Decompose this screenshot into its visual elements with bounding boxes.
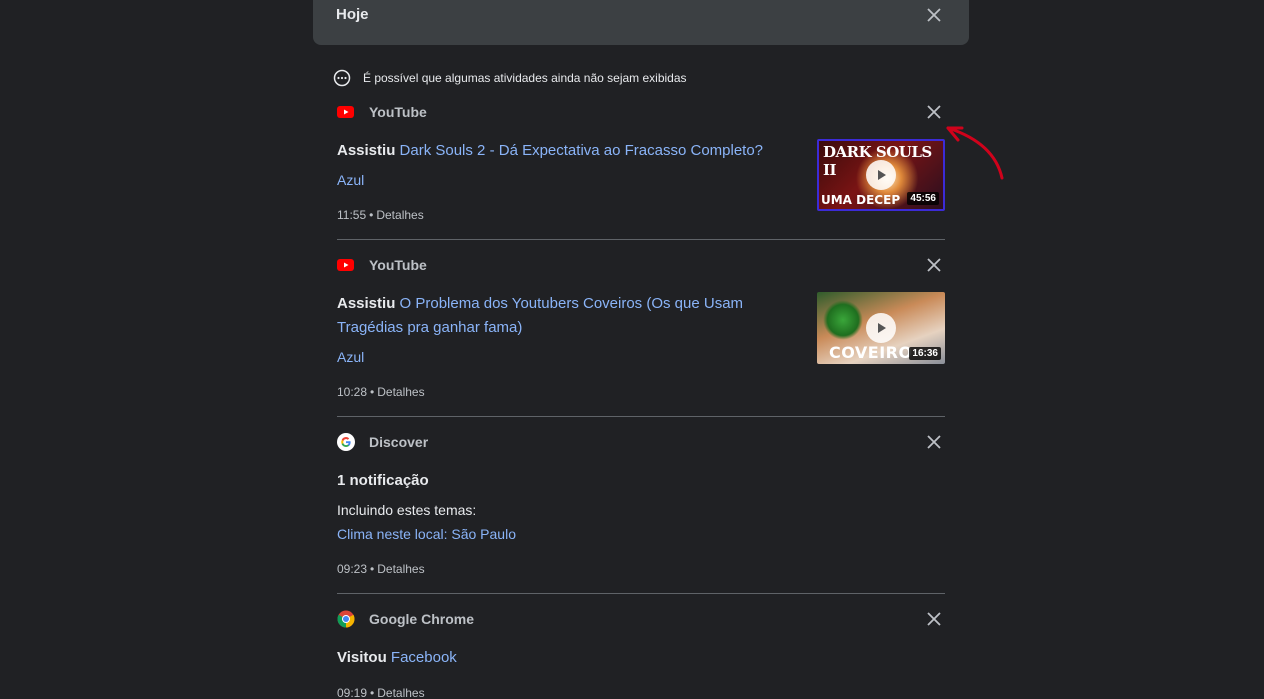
play-icon	[866, 313, 896, 343]
card-source: YouTube	[337, 255, 427, 275]
close-icon	[927, 8, 941, 22]
activity-card-discover: Discover 1 notificação Incluindo estes t…	[337, 432, 945, 594]
meta-separator: •	[370, 686, 375, 699]
notice-text: É possível que algumas atividades ainda …	[363, 71, 687, 85]
video-title-link[interactable]: O Problema dos Youtubers Coveiros (Os qu…	[337, 295, 743, 336]
activity-card-chrome: Google Chrome Visitou Facebook 09:19 • Det…	[337, 609, 945, 699]
close-icon	[927, 435, 941, 449]
notification-count: 1 notificação	[337, 472, 429, 489]
delete-item-button[interactable]	[922, 253, 946, 277]
video-thumbnail[interactable]: DARK SOULS II UMA DECEP 45:56	[817, 139, 945, 211]
activity-verb: Assistiu	[337, 295, 396, 312]
chrome-icon	[337, 610, 355, 628]
topic-link[interactable]: Clima neste local: São Paulo	[337, 526, 516, 542]
source-name: YouTube	[369, 257, 427, 273]
divider	[337, 593, 945, 594]
activity-meta: 11:55 • Detalhes	[337, 208, 424, 222]
activity-meta: 09:23 • Detalhes	[337, 562, 425, 576]
activity-title: Visitou Facebook	[337, 646, 797, 670]
activity-time: 11:55	[337, 208, 367, 222]
activity-card-youtube-1: YouTube Assistiu Dark Souls 2 - Dá Expec…	[337, 102, 945, 240]
annotation-arrow-icon	[946, 126, 1004, 180]
delete-day-button[interactable]	[922, 3, 946, 27]
activity-title: Assistiu Dark Souls 2 - Dá Expectativa a…	[337, 139, 797, 163]
video-thumbnail[interactable]: COVEIRO 16:36	[817, 292, 945, 364]
video-duration: 16:36	[909, 347, 941, 360]
play-icon	[866, 160, 896, 190]
youtube-icon	[337, 103, 355, 121]
activity-time: 09:23	[337, 562, 368, 576]
meta-separator: •	[370, 562, 375, 576]
divider	[337, 239, 945, 240]
source-name: Discover	[369, 434, 429, 450]
youtube-icon	[337, 256, 355, 274]
channel-link[interactable]: Azul	[337, 349, 364, 365]
card-source: YouTube	[337, 102, 427, 122]
video-duration: 45:56	[907, 192, 939, 205]
close-icon	[927, 105, 941, 119]
delete-item-button[interactable]	[922, 607, 946, 631]
google-g-icon	[337, 433, 355, 451]
day-title: Hoje	[336, 6, 369, 23]
activity-verb: Visitou	[337, 649, 387, 666]
details-link[interactable]: Detalhes	[377, 562, 424, 576]
card-source: Google Chrome	[337, 609, 474, 629]
thumbnail-art	[823, 300, 863, 340]
details-link[interactable]: Detalhes	[377, 686, 424, 699]
activity-card-youtube-2: YouTube Assistiu O Problema dos Youtuber…	[337, 255, 945, 417]
thumbnail-caption: UMA DECEP	[821, 193, 901, 207]
activity-page: Hoje É possível que algumas atividades a…	[0, 0, 1264, 699]
activity-verb: Assistiu	[337, 142, 396, 159]
pending-activity-notice: É possível que algumas atividades ainda …	[333, 68, 687, 88]
close-icon	[927, 612, 941, 626]
activity-title: Assistiu O Problema dos Youtubers Coveir…	[337, 292, 797, 340]
thumbnail-caption: COVEIRO	[829, 343, 913, 362]
day-header: Hoje	[313, 0, 969, 45]
site-link[interactable]: Facebook	[391, 649, 457, 666]
more-horizontal-circle-icon	[333, 69, 351, 87]
topics-label: Incluindo estes temas:	[337, 502, 477, 518]
channel-link[interactable]: Azul	[337, 172, 364, 188]
meta-separator: •	[370, 385, 375, 399]
activity-time: 09:19	[337, 686, 368, 699]
activity-time: 10:28	[337, 385, 368, 399]
activity-meta: 09:19 • Detalhes	[337, 686, 425, 699]
delete-item-button[interactable]	[922, 430, 946, 454]
details-link[interactable]: Detalhes	[376, 208, 423, 222]
card-source: Discover	[337, 432, 428, 452]
divider	[337, 416, 945, 417]
close-icon	[927, 258, 941, 272]
details-link[interactable]: Detalhes	[377, 385, 424, 399]
source-name: YouTube	[369, 104, 427, 120]
meta-separator: •	[369, 208, 374, 222]
activity-meta: 10:28 • Detalhes	[337, 385, 425, 399]
source-name: Google Chrome	[369, 611, 475, 627]
video-title-link[interactable]: Dark Souls 2 - Dá Expectativa ao Fracass…	[400, 142, 764, 159]
